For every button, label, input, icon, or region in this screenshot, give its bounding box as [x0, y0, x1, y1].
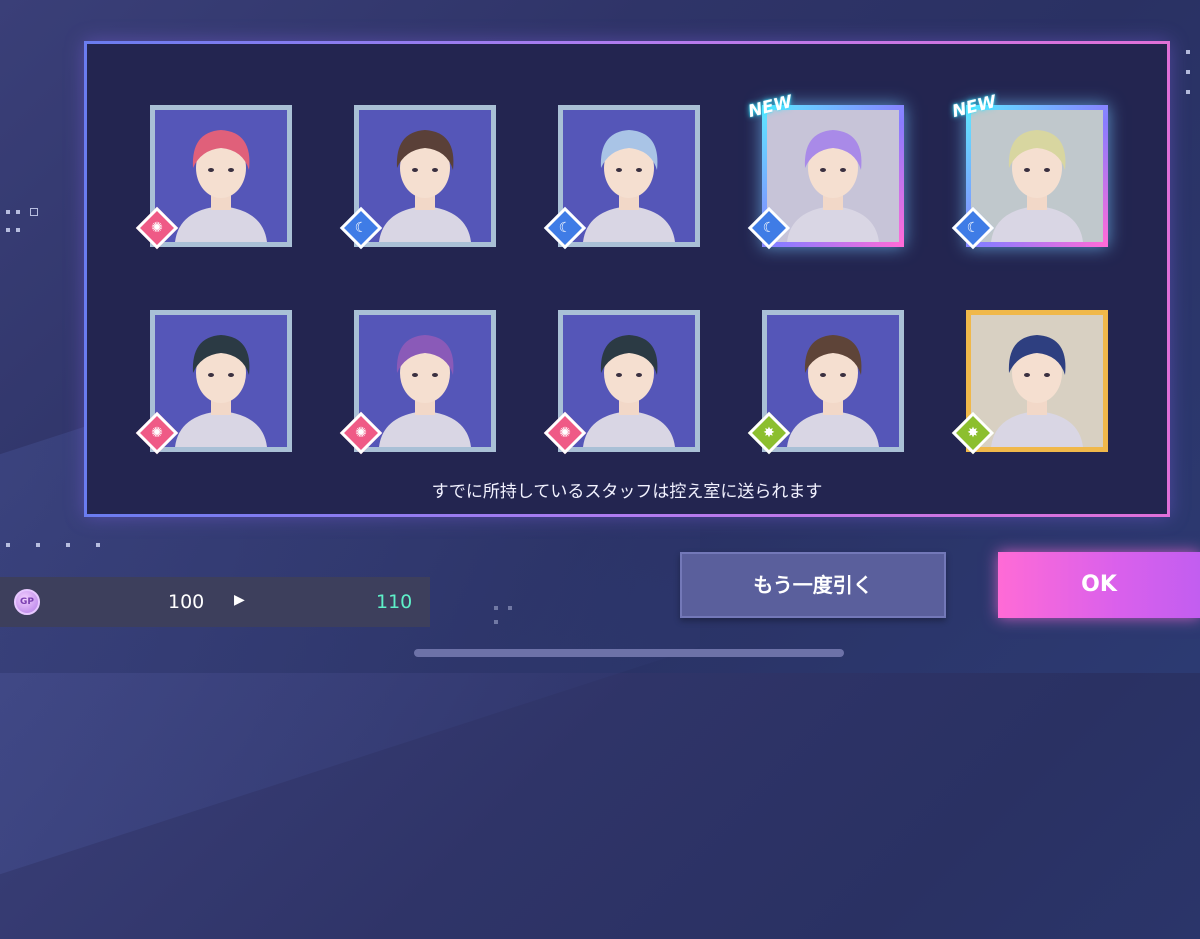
- attribute-symbol: ☾: [558, 220, 572, 236]
- character-portrait: [563, 315, 695, 447]
- attribute-symbol: ✺: [151, 425, 163, 441]
- home-indicator[interactable]: [414, 649, 844, 657]
- ok-button[interactable]: OK: [998, 552, 1200, 618]
- attribute-symbol: ✺: [151, 220, 163, 236]
- attribute-symbol: ☾: [762, 220, 776, 236]
- gp-coin-icon: GP: [14, 589, 40, 615]
- character-portrait: [971, 110, 1103, 242]
- attribute-symbol: ☾: [966, 220, 980, 236]
- attribute-symbol: ✸: [763, 425, 775, 441]
- character-portrait: [155, 110, 287, 242]
- character-portrait: [971, 315, 1103, 447]
- duplicate-notice: すでに所持しているスタッフは控え室に送られます: [431, 482, 823, 502]
- character-portrait: [359, 110, 491, 242]
- gp-after-value: 110: [376, 591, 413, 613]
- gacha-result-panel: ✺ ☾ ☾ ☾ NEW ☾ NEW ✺ ✺ ✺ ✸ ✸ すでに所持しているスタッフは控え室に送られます: [84, 41, 1170, 517]
- draw-again-button[interactable]: もう一度引く: [680, 552, 946, 618]
- arrow-right-icon: ▶: [234, 592, 245, 608]
- attribute-symbol: ✺: [355, 425, 367, 441]
- character-portrait: [767, 315, 899, 447]
- attribute-symbol: ☾: [354, 220, 368, 236]
- attribute-symbol: ✸: [967, 425, 979, 441]
- gp-counter: GP 100 ▶ 110: [0, 577, 430, 627]
- character-portrait: [563, 110, 695, 242]
- gp-before-value: 100: [168, 591, 205, 613]
- character-portrait: [359, 315, 491, 447]
- character-portrait: [155, 315, 287, 447]
- attribute-symbol: ✺: [559, 425, 571, 441]
- character-portrait: [767, 110, 899, 242]
